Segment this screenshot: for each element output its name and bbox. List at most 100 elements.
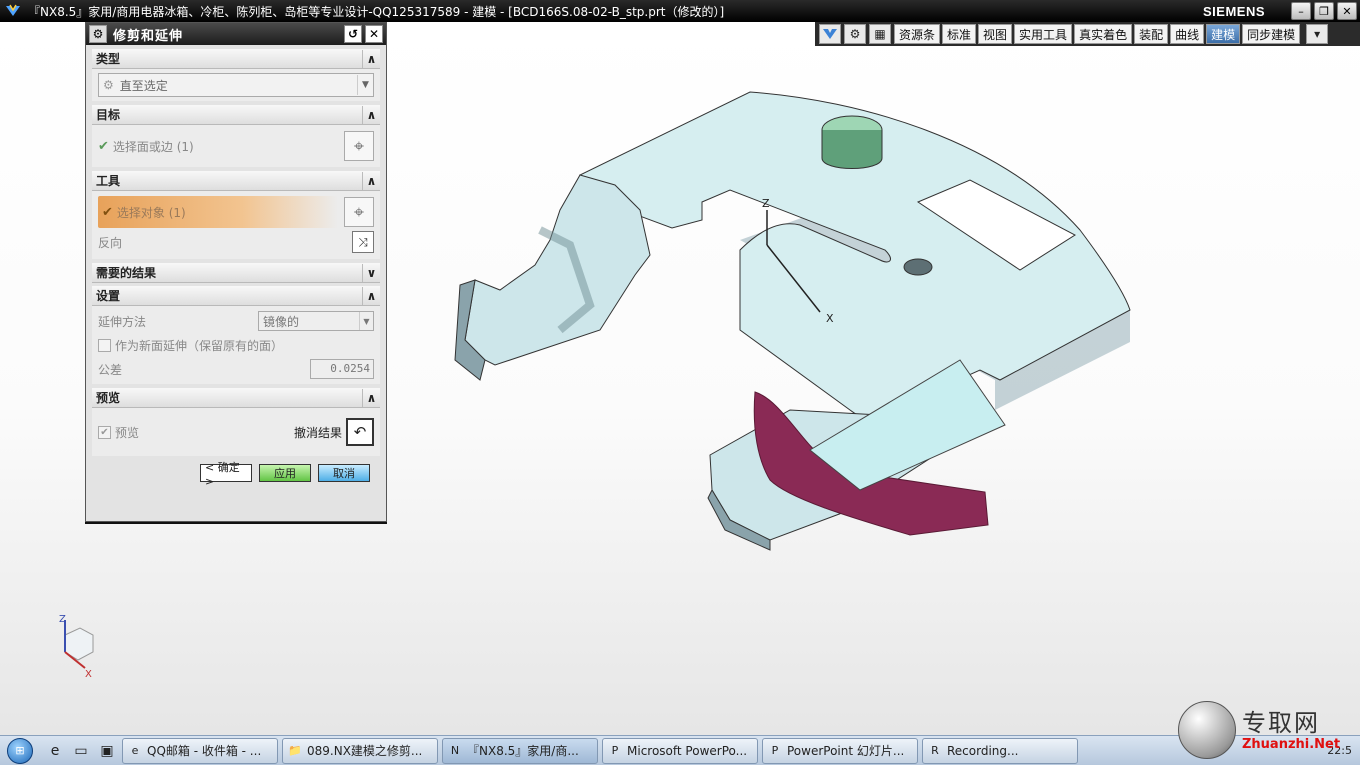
extend-method-label: 延伸方法	[98, 314, 147, 329]
task-powerpoint[interactable]: P Microsoft PowerPo...	[602, 737, 758, 764]
section-settings-header[interactable]: 设置 ∧	[92, 286, 380, 306]
tab-view[interactable]: 视图	[978, 24, 1013, 44]
collapse-chevron-icon[interactable]: ∧	[362, 105, 380, 124]
checkmark-icon: ✔	[102, 204, 113, 220]
section-preview-body: ✔ 预览 撤消结果 ↶	[92, 408, 380, 456]
undo-result-button[interactable]: ↶	[346, 418, 374, 446]
task-slideshow[interactable]: P PowerPoint 幻灯片...	[762, 737, 918, 764]
task-recording[interactable]: R Recording...	[922, 737, 1078, 764]
preview-checkbox[interactable]: ✔	[98, 425, 111, 439]
apply-button[interactable]: 应用	[259, 464, 311, 482]
dialog-settings-icon[interactable]: ⚙	[89, 25, 107, 43]
ie-icon[interactable]: e	[44, 740, 66, 762]
section-type-body: ⚙ 直至选定 ▼	[92, 69, 380, 101]
dialog-button-row: < 确定 > 应用 取消	[86, 456, 386, 488]
dialog-reset-button[interactable]: ↺	[344, 25, 362, 43]
type-dropdown-value: 直至选定	[119, 78, 168, 93]
section-tool-body: ✔ 选择对象 (1) ⌖ 反向 ⤨	[92, 191, 380, 259]
watermark-en: Zhuanzhi.Net	[1242, 736, 1341, 752]
section-type-label: 类型	[96, 52, 121, 66]
watermark-ball-logo	[1178, 701, 1236, 759]
section-tool-label: 工具	[96, 174, 121, 188]
task-qq-mail[interactable]: e QQ邮箱 - 收件箱 - ...	[122, 737, 278, 764]
grid-icon[interactable]: ▦	[869, 24, 891, 44]
task-nx[interactable]: N 『NX8.5』家用/商...	[442, 737, 598, 764]
section-preview-label: 预览	[96, 391, 121, 405]
target-select-label[interactable]: 选择面或边 (1)	[113, 138, 194, 155]
section-result-header[interactable]: 需要的结果 ∨	[92, 263, 380, 283]
ribbon-toolbar: ⚙ ▦ 资源条 标准 视图 实用工具 真实着色 装配 曲线 建模 同步建模 ▾	[815, 22, 1360, 46]
window-title: 『NX8.5』家用/商用电器冰箱、冷柜、陈列柜、岛柜等专业设计-QQ125317…	[28, 4, 725, 19]
extend-method-value: 镜像的	[263, 314, 300, 329]
slideshow-icon: P	[771, 744, 779, 757]
view-triad: Z X	[59, 614, 94, 680]
dropdown-arrow-icon[interactable]: ▼	[357, 75, 373, 95]
site-watermark: 专取网 Zhuanzhi.Net	[1178, 700, 1360, 760]
axis-label-x: X	[826, 312, 834, 325]
toolbar-options-icon[interactable]: ▾	[1306, 24, 1329, 44]
section-tool-header[interactable]: 工具 ∧	[92, 171, 380, 191]
tab-curve[interactable]: 曲线	[1170, 24, 1205, 44]
section-settings-label: 设置	[96, 289, 121, 303]
crosshair-select-button[interactable]: ⌖	[344, 131, 374, 161]
minimize-button[interactable]: –	[1291, 2, 1311, 20]
cancel-button[interactable]: 取消	[318, 464, 370, 482]
nx-icon: N	[450, 744, 460, 757]
folder-icon: 📁	[288, 744, 302, 757]
reverse-direction-button[interactable]: ⤨	[352, 231, 374, 253]
tab-modeling[interactable]: 建模	[1206, 24, 1241, 44]
recording-icon: R	[931, 744, 939, 757]
tab-assembly[interactable]: 装配	[1134, 24, 1169, 44]
start-button[interactable]: ⊞	[0, 736, 40, 765]
show-desktop-icon[interactable]: ▭	[70, 740, 92, 762]
new-face-checkbox[interactable]	[98, 338, 111, 352]
task-label: 『NX8.5』家用/商...	[467, 744, 579, 758]
section-result-label: 需要的结果	[96, 266, 157, 280]
type-dropdown[interactable]: ⚙ 直至选定 ▼	[98, 73, 374, 97]
task-label: PowerPoint 幻灯片...	[787, 744, 905, 758]
tab-resource-bar[interactable]: 资源条	[894, 24, 941, 44]
title-bar: 『NX8.5』家用/商用电器冰箱、冷柜、陈列柜、岛柜等专业设计-QQ125317…	[0, 0, 1360, 22]
dialog-close-button[interactable]: ✕	[365, 25, 383, 43]
tool-select-label: 选择对象 (1)	[116, 205, 186, 220]
task-label: 089.NX建模之修剪...	[307, 744, 423, 758]
tab-standard[interactable]: 标准	[942, 24, 977, 44]
collapse-chevron-icon[interactable]: ∧	[362, 171, 380, 190]
tool-select-row[interactable]: ✔ 选择对象 (1)	[98, 196, 338, 228]
dialog-title: 修剪和延伸	[113, 28, 184, 44]
section-type-header[interactable]: 类型 ∧	[92, 49, 380, 69]
collapse-chevron-icon[interactable]: ∧	[362, 286, 380, 305]
restore-button[interactable]: ❐	[1314, 2, 1334, 20]
undo-result-label: 撤消结果	[293, 425, 342, 440]
tolerance-input[interactable]: 0.0254	[310, 359, 374, 379]
switch-windows-icon[interactable]: ▣	[96, 740, 118, 762]
task-folder[interactable]: 📁 089.NX建模之修剪...	[282, 737, 438, 764]
tab-true-shading[interactable]: 真实着色	[1074, 24, 1133, 44]
tab-utilities[interactable]: 实用工具	[1014, 24, 1073, 44]
section-target-label: 目标	[96, 108, 121, 122]
checkmark-icon: ✔	[98, 138, 109, 154]
close-window-button[interactable]: ✕	[1337, 2, 1357, 20]
browser-icon: e	[131, 744, 139, 757]
crosshair-select-button[interactable]: ⌖	[344, 197, 374, 227]
powerpoint-icon: P	[611, 744, 619, 757]
preview-label: 预览	[115, 425, 140, 440]
collapse-chevron-icon[interactable]: ∧	[362, 49, 380, 68]
section-preview-header[interactable]: 预览 ∧	[92, 388, 380, 408]
nx-logo-icon[interactable]	[819, 24, 841, 44]
settings-gear-icon[interactable]: ⚙	[844, 24, 866, 44]
siemens-brand: SIEMENS	[1202, 3, 1265, 19]
dropdown-arrow-icon[interactable]: ▼	[359, 312, 373, 330]
axis-label-z: Z	[762, 197, 770, 210]
expand-chevron-icon[interactable]: ∨	[362, 263, 380, 282]
section-target-header[interactable]: 目标 ∧	[92, 105, 380, 125]
triad-z-label: Z	[59, 614, 66, 625]
ok-button[interactable]: < 确定 >	[200, 461, 252, 488]
taskbar: ⊞ e ▭ ▣ e QQ邮箱 - 收件箱 - ... 📁 089.NX建模之修剪…	[0, 735, 1360, 765]
reverse-label: 反向	[98, 235, 123, 250]
part-model[interactable]: Z X	[440, 80, 1160, 560]
extend-method-dropdown[interactable]: 镜像的 ▼	[258, 311, 374, 331]
collapse-chevron-icon[interactable]: ∧	[362, 388, 380, 407]
dialog-title-bar: ⚙ 修剪和延伸 ↺ ✕	[86, 23, 386, 45]
tab-sync-modeling[interactable]: 同步建模	[1242, 24, 1301, 44]
